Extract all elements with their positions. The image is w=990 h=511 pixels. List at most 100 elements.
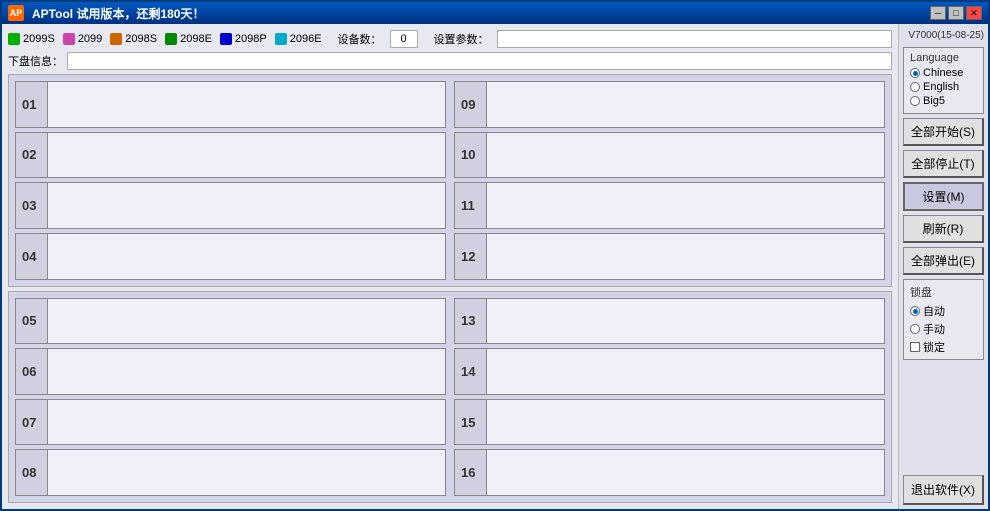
content-area: 2099S 2099 2098S 2098E 2098P xyxy=(2,24,988,509)
legend-label-2098e: 2098E xyxy=(180,33,212,45)
settings-button[interactable]: 设置(M) xyxy=(903,182,984,211)
minimize-button[interactable]: ─ xyxy=(930,6,946,20)
slot-content-15 xyxy=(487,400,884,445)
slot-16: 16 xyxy=(454,449,885,496)
slots-row-bottom-3: 07 15 xyxy=(15,399,885,446)
settings-params-input[interactable] xyxy=(497,30,892,48)
radio-auto[interactable]: 自动 xyxy=(910,303,977,319)
slot-num-14: 14 xyxy=(455,349,487,394)
exit-button[interactable]: 退出软件(X) xyxy=(903,475,984,505)
slot-12: 12 xyxy=(454,233,885,280)
refresh-button[interactable]: 刷新(R) xyxy=(903,215,984,243)
slot-05: 05 xyxy=(15,298,446,345)
radio-label-manual: 手动 xyxy=(923,321,945,337)
slots-row-bottom-2: 06 14 xyxy=(15,348,885,395)
radio-big5[interactable]: Big5 xyxy=(910,95,977,107)
slot-num-09: 09 xyxy=(455,82,487,127)
slot-content-12 xyxy=(487,234,884,279)
slot-content-10 xyxy=(487,133,884,178)
settings-params-label: 设置参数： xyxy=(434,31,489,47)
language-group-title: Language xyxy=(910,52,977,64)
lock-checkbox[interactable]: 锁定 xyxy=(910,339,977,355)
legend-2099s: 2099S xyxy=(8,33,55,45)
legend-dot-2099 xyxy=(63,33,75,45)
slot-content-11 xyxy=(487,183,884,228)
slot-content-01 xyxy=(48,82,445,127)
legend-dot-2096e xyxy=(275,33,287,45)
slot-content-16 xyxy=(487,450,884,495)
legend-label-2099: 2099 xyxy=(78,33,102,45)
top-slots-group: 01 09 02 10 xyxy=(8,74,892,287)
slot-content-04 xyxy=(48,234,445,279)
slot-15: 15 xyxy=(454,399,885,446)
device-count-input[interactable] xyxy=(390,30,418,48)
slot-14: 14 xyxy=(454,348,885,395)
slots-row-top-1: 01 09 xyxy=(15,81,885,128)
slot-num-16: 16 xyxy=(455,450,487,495)
legend-dot-2098s xyxy=(110,33,122,45)
sidebar: V7000(15-08-25) Language Chinese English… xyxy=(898,24,988,509)
slot-content-07 xyxy=(48,400,445,445)
radio-chinese[interactable]: Chinese xyxy=(910,67,977,79)
legend-label-2096e: 2096E xyxy=(290,33,322,45)
main-window: AP APTool 试用版本，还剩180天！ ─ □ ✕ 2099S 2099 xyxy=(0,0,990,511)
slot-09: 09 xyxy=(454,81,885,128)
device-count-label: 设备数： xyxy=(338,31,382,47)
radio-label-chinese: Chinese xyxy=(923,67,963,79)
slot-06: 06 xyxy=(15,348,446,395)
eject-all-button[interactable]: 全部弹出(E) xyxy=(903,247,984,275)
slot-07: 07 xyxy=(15,399,446,446)
legend-2099: 2099 xyxy=(63,33,102,45)
slot-num-13: 13 xyxy=(455,299,487,344)
slot-01: 01 xyxy=(15,81,446,128)
info-input[interactable] xyxy=(67,52,892,70)
slot-13: 13 xyxy=(454,298,885,345)
slot-num-08: 08 xyxy=(16,450,48,495)
legend-2098e: 2098E xyxy=(165,33,212,45)
slot-num-01: 01 xyxy=(16,82,48,127)
title-bar: AP APTool 试用版本，还剩180天！ ─ □ ✕ xyxy=(2,2,988,24)
slot-08: 08 xyxy=(15,449,446,496)
lock-checkbox-label: 锁定 xyxy=(923,339,945,355)
slot-num-03: 03 xyxy=(16,183,48,228)
radio-dot-chinese xyxy=(910,68,920,78)
close-button[interactable]: ✕ xyxy=(966,6,982,20)
maximize-button[interactable]: □ xyxy=(948,6,964,20)
slot-04: 04 xyxy=(15,233,446,280)
slot-num-10: 10 xyxy=(455,133,487,178)
radio-manual[interactable]: 手动 xyxy=(910,321,977,337)
slots-row-top-3: 03 11 xyxy=(15,182,885,229)
radio-dot-auto xyxy=(910,306,920,316)
radio-dot-manual xyxy=(910,324,920,334)
slot-11: 11 xyxy=(454,182,885,229)
slots-row-bottom-4: 08 16 xyxy=(15,449,885,496)
slot-num-02: 02 xyxy=(16,133,48,178)
slot-02: 02 xyxy=(15,132,446,179)
legend-2096e: 2096E xyxy=(275,33,322,45)
slot-content-02 xyxy=(48,133,445,178)
window-title: APTool 试用版本，还剩180天！ xyxy=(32,5,204,22)
slot-content-13 xyxy=(487,299,884,344)
radio-dot-big5 xyxy=(910,96,920,106)
slots-row-bottom-1: 05 13 xyxy=(15,298,885,345)
radio-label-big5: Big5 xyxy=(923,95,945,107)
lock-group-title: 锁盘 xyxy=(910,284,977,300)
slot-03: 03 xyxy=(15,182,446,229)
radio-label-auto: 自动 xyxy=(923,303,945,319)
legend-2098p: 2098P xyxy=(220,33,267,45)
start-all-button[interactable]: 全部开始(S) xyxy=(903,118,984,146)
stop-all-button[interactable]: 全部停止(T) xyxy=(903,150,984,178)
slot-content-03 xyxy=(48,183,445,228)
slot-num-04: 04 xyxy=(16,234,48,279)
slots-container: 01 09 02 10 xyxy=(8,74,892,503)
slot-content-05 xyxy=(48,299,445,344)
radio-label-english: English xyxy=(923,81,959,93)
radio-english[interactable]: English xyxy=(910,81,977,93)
slot-num-06: 06 xyxy=(16,349,48,394)
title-bar-left: AP APTool 试用版本，还剩180天！ xyxy=(8,5,204,22)
info-label: 下盘信息： xyxy=(8,53,63,69)
slot-content-14 xyxy=(487,349,884,394)
slot-num-05: 05 xyxy=(16,299,48,344)
legend-label-2098s: 2098S xyxy=(125,33,157,45)
version-label: V7000(15-08-25) xyxy=(903,28,984,43)
